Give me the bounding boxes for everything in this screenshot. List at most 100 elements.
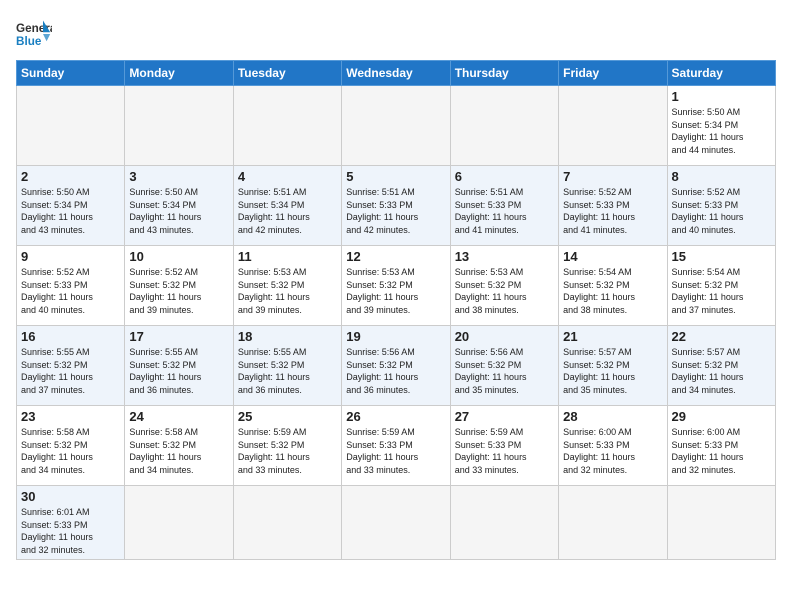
day-number: 27: [455, 409, 554, 424]
day-info: Sunrise: 5:59 AM Sunset: 5:33 PM Dayligh…: [455, 427, 527, 475]
calendar-header: SundayMondayTuesdayWednesdayThursdayFrid…: [17, 61, 776, 86]
weekday-header-thursday: Thursday: [450, 61, 558, 86]
day-number: 18: [238, 329, 337, 344]
day-info: Sunrise: 5:50 AM Sunset: 5:34 PM Dayligh…: [129, 187, 201, 235]
day-info: Sunrise: 5:59 AM Sunset: 5:33 PM Dayligh…: [346, 427, 418, 475]
day-number: 16: [21, 329, 120, 344]
day-info: Sunrise: 5:59 AM Sunset: 5:32 PM Dayligh…: [238, 427, 310, 475]
calendar-day-13: 13Sunrise: 5:53 AM Sunset: 5:32 PM Dayli…: [450, 246, 558, 326]
day-info: Sunrise: 5:52 AM Sunset: 5:33 PM Dayligh…: [21, 267, 93, 315]
calendar-table: SundayMondayTuesdayWednesdayThursdayFrid…: [16, 60, 776, 560]
day-number: 25: [238, 409, 337, 424]
day-number: 6: [455, 169, 554, 184]
day-info: Sunrise: 5:53 AM Sunset: 5:32 PM Dayligh…: [346, 267, 418, 315]
weekday-header-friday: Friday: [559, 61, 667, 86]
day-info: Sunrise: 5:53 AM Sunset: 5:32 PM Dayligh…: [238, 267, 310, 315]
day-number: 4: [238, 169, 337, 184]
day-info: Sunrise: 5:51 AM Sunset: 5:34 PM Dayligh…: [238, 187, 310, 235]
day-info: Sunrise: 5:57 AM Sunset: 5:32 PM Dayligh…: [672, 347, 744, 395]
calendar-day-21: 21Sunrise: 5:57 AM Sunset: 5:32 PM Dayli…: [559, 326, 667, 406]
day-number: 1: [672, 89, 771, 104]
calendar-day-empty: [233, 86, 341, 166]
calendar-day-14: 14 Sunrise: 5:54 AM Sunset: 5:32 PM Dayli…: [559, 246, 667, 326]
day-number: 13: [455, 249, 554, 264]
day-number: 8: [672, 169, 771, 184]
weekday-header-saturday: Saturday: [667, 61, 775, 86]
weekday-header-row: SundayMondayTuesdayWednesdayThursdayFrid…: [17, 61, 776, 86]
weekday-header-sunday: Sunday: [17, 61, 125, 86]
calendar-day-empty: [342, 86, 450, 166]
calendar-day-29: 29Sunrise: 6:00 AM Sunset: 5:33 PM Dayli…: [667, 406, 775, 486]
calendar-day-2: 2 Sunrise: 5:50 AM Sunset: 5:34 PM Daylig…: [17, 166, 125, 246]
calendar-day-empty: [559, 486, 667, 560]
calendar-day-16: 16 Sunrise: 5:55 AM Sunset: 5:32 PM Dayli…: [17, 326, 125, 406]
calendar-day-9: 9Sunrise: 5:52 AM Sunset: 5:33 PM Daylig…: [17, 246, 125, 326]
day-number: 12: [346, 249, 445, 264]
day-info: Sunrise: 6:01 AM Sunset: 5:33 PM Dayligh…: [21, 507, 93, 555]
calendar-day-27: 27 Sunrise: 5:59 AM Sunset: 5:33 PM Dayli…: [450, 406, 558, 486]
calendar-day-18: 18 Sunrise: 5:55 AM Sunset: 5:32 PM Dayli…: [233, 326, 341, 406]
calendar-week-row: 9Sunrise: 5:52 AM Sunset: 5:33 PM Daylig…: [17, 246, 776, 326]
calendar-day-empty: [450, 486, 558, 560]
day-number: 24: [129, 409, 228, 424]
day-info: Sunrise: 5:50 AM Sunset: 5:34 PM Dayligh…: [672, 107, 744, 155]
day-number: 14: [563, 249, 662, 264]
day-info: Sunrise: 6:00 AM Sunset: 5:33 PM Dayligh…: [563, 427, 635, 475]
calendar-day-1: 1 Sunrise: 5:50 AM Sunset: 5:34 PM Daylig…: [667, 86, 775, 166]
calendar-day-20: 20 Sunrise: 5:56 AM Sunset: 5:32 PM Dayli…: [450, 326, 558, 406]
logo: General Blue: [16, 16, 52, 52]
day-number: 19: [346, 329, 445, 344]
day-info: Sunrise: 5:56 AM Sunset: 5:32 PM Dayligh…: [455, 347, 527, 395]
calendar-day-5: 5 Sunrise: 5:51 AM Sunset: 5:33 PM Daylig…: [342, 166, 450, 246]
calendar-day-empty: [125, 86, 233, 166]
calendar-week-row: 1 Sunrise: 5:50 AM Sunset: 5:34 PM Daylig…: [17, 86, 776, 166]
day-info: Sunrise: 5:51 AM Sunset: 5:33 PM Dayligh…: [455, 187, 527, 235]
calendar-day-17: 17Sunrise: 5:55 AM Sunset: 5:32 PM Dayli…: [125, 326, 233, 406]
svg-text:Blue: Blue: [16, 35, 42, 48]
calendar-day-23: 23Sunrise: 5:58 AM Sunset: 5:32 PM Dayli…: [17, 406, 125, 486]
day-number: 20: [455, 329, 554, 344]
calendar-day-4: 4 Sunrise: 5:51 AM Sunset: 5:34 PM Daylig…: [233, 166, 341, 246]
day-number: 26: [346, 409, 445, 424]
calendar-day-empty: [559, 86, 667, 166]
day-number: 21: [563, 329, 662, 344]
calendar-day-8: 8Sunrise: 5:52 AM Sunset: 5:33 PM Daylig…: [667, 166, 775, 246]
logo-icon: General Blue: [16, 16, 52, 52]
day-number: 15: [672, 249, 771, 264]
calendar-day-26: 26 Sunrise: 5:59 AM Sunset: 5:33 PM Dayli…: [342, 406, 450, 486]
calendar-day-24: 24 Sunrise: 5:58 AM Sunset: 5:32 PM Dayli…: [125, 406, 233, 486]
day-number: 5: [346, 169, 445, 184]
calendar-day-19: 19Sunrise: 5:56 AM Sunset: 5:32 PM Dayli…: [342, 326, 450, 406]
day-info: Sunrise: 5:55 AM Sunset: 5:32 PM Dayligh…: [238, 347, 310, 395]
calendar-day-15: 15 Sunrise: 5:54 AM Sunset: 5:32 PM Dayli…: [667, 246, 775, 326]
day-info: Sunrise: 5:54 AM Sunset: 5:32 PM Dayligh…: [672, 267, 744, 315]
day-info: Sunrise: 5:58 AM Sunset: 5:32 PM Dayligh…: [129, 427, 201, 475]
page-header: General Blue: [16, 16, 776, 52]
calendar-week-row: 23Sunrise: 5:58 AM Sunset: 5:32 PM Dayli…: [17, 406, 776, 486]
calendar-week-row: 2 Sunrise: 5:50 AM Sunset: 5:34 PM Daylig…: [17, 166, 776, 246]
calendar-day-empty: [667, 486, 775, 560]
day-info: Sunrise: 5:58 AM Sunset: 5:32 PM Dayligh…: [21, 427, 93, 475]
day-info: Sunrise: 5:51 AM Sunset: 5:33 PM Dayligh…: [346, 187, 418, 235]
calendar-day-7: 7Sunrise: 5:52 AM Sunset: 5:33 PM Daylig…: [559, 166, 667, 246]
weekday-header-tuesday: Tuesday: [233, 61, 341, 86]
day-number: 22: [672, 329, 771, 344]
day-info: Sunrise: 5:50 AM Sunset: 5:34 PM Dayligh…: [21, 187, 93, 235]
calendar-day-empty: [450, 86, 558, 166]
calendar-day-11: 11 Sunrise: 5:53 AM Sunset: 5:32 PM Dayli…: [233, 246, 341, 326]
calendar-day-empty: [17, 86, 125, 166]
calendar-day-empty: [342, 486, 450, 560]
day-info: Sunrise: 5:54 AM Sunset: 5:32 PM Dayligh…: [563, 267, 635, 315]
day-number: 10: [129, 249, 228, 264]
day-info: Sunrise: 5:52 AM Sunset: 5:33 PM Dayligh…: [563, 187, 635, 235]
day-info: Sunrise: 5:55 AM Sunset: 5:32 PM Dayligh…: [21, 347, 93, 395]
day-number: 2: [21, 169, 120, 184]
calendar-week-row: 30Sunrise: 6:01 AM Sunset: 5:33 PM Dayli…: [17, 486, 776, 560]
calendar-week-row: 16 Sunrise: 5:55 AM Sunset: 5:32 PM Dayli…: [17, 326, 776, 406]
day-number: 11: [238, 249, 337, 264]
calendar-body: 1 Sunrise: 5:50 AM Sunset: 5:34 PM Daylig…: [17, 86, 776, 560]
day-number: 3: [129, 169, 228, 184]
day-info: Sunrise: 5:55 AM Sunset: 5:32 PM Dayligh…: [129, 347, 201, 395]
calendar-day-empty: [233, 486, 341, 560]
calendar-day-3: 3 Sunrise: 5:50 AM Sunset: 5:34 PM Daylig…: [125, 166, 233, 246]
